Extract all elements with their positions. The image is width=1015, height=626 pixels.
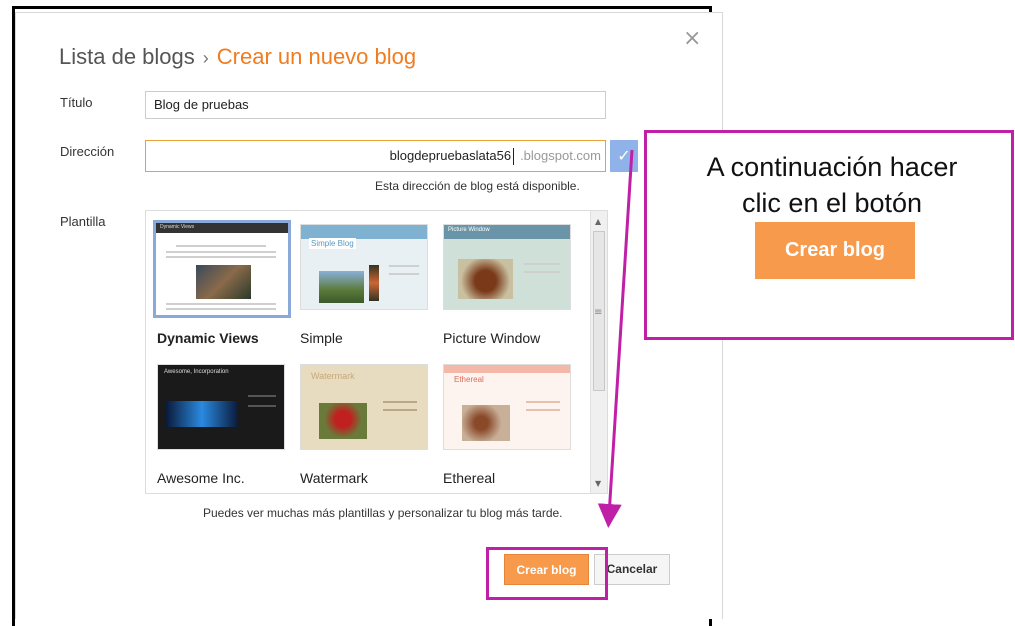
arrow-line — [597, 149, 634, 528]
pointer-arrow — [597, 149, 634, 528]
